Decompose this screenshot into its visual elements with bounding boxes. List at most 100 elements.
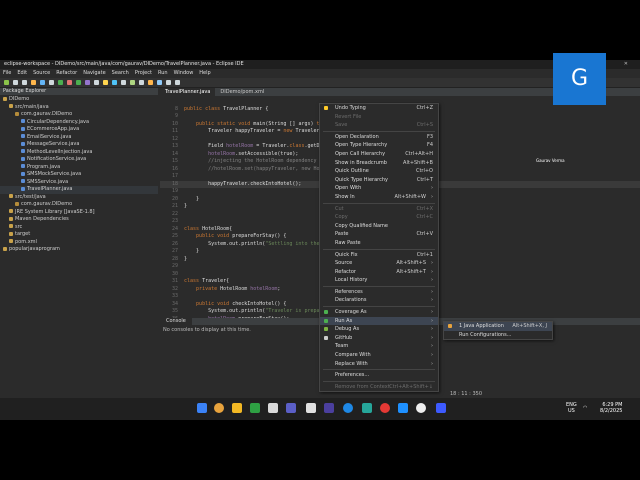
tree-item[interactable]: CircularDependency.java <box>0 119 158 127</box>
menu-item-run-as[interactable]: Run As › <box>320 316 438 326</box>
toolbar-tool-icon[interactable] <box>148 80 153 85</box>
menu-item-references[interactable]: References › <box>320 288 438 297</box>
file-explorer-icon[interactable] <box>232 403 242 413</box>
menu-item-preferences[interactable]: Preferences... <box>320 371 438 380</box>
menu-item-open-with[interactable]: Open With › <box>320 184 438 193</box>
edge-icon[interactable] <box>343 403 353 413</box>
tree-item[interactable]: ECommerceApp.java <box>0 126 158 134</box>
vscode-icon[interactable] <box>362 403 372 413</box>
menu-item-show-in[interactable]: Show In Alt+Shift+W › <box>320 193 438 202</box>
tree-item[interactable]: src/test/java <box>0 194 158 202</box>
toolbar-tool-icon[interactable] <box>31 80 36 85</box>
menu-refactor[interactable]: Refactor <box>53 69 80 78</box>
tree-item[interactable]: MethodLevelInjection.java <box>0 149 158 157</box>
menu-project[interactable]: Project <box>132 69 155 78</box>
tab-pom[interactable]: DIDemo/pom.xml <box>215 88 269 96</box>
media-icon[interactable] <box>416 403 426 413</box>
toolbar-tool-icon[interactable] <box>175 80 180 85</box>
tree-item[interactable]: popularjavaprogram <box>0 246 158 254</box>
clock[interactable]: 6:29 PM 8/2/2025 <box>600 402 622 414</box>
menu-item-debug-as[interactable]: Debug As › <box>320 325 438 334</box>
tree-item[interactable]: EmailService.java <box>0 134 158 142</box>
toolbar-tool-icon[interactable] <box>121 80 126 85</box>
toolbar-tool-icon[interactable] <box>94 80 99 85</box>
tree-item[interactable]: MessageService.java <box>0 141 158 149</box>
tree-item[interactable]: NotificationService.java <box>0 156 158 164</box>
toolbar-tool-icon[interactable] <box>103 80 108 85</box>
tab-console[interactable]: Console <box>160 318 192 325</box>
menu-item-coverage-as[interactable]: Coverage As › <box>320 308 438 317</box>
menu-item-paste[interactable]: Paste Ctrl+V <box>320 230 438 239</box>
tree-item[interactable]: pom.xml <box>0 239 158 247</box>
tree-item[interactable]: Maven Dependencies <box>0 216 158 224</box>
menu-item-github[interactable]: GitHub › <box>320 334 438 343</box>
menu-item-refactor[interactable]: Refactor Alt+Shift+T › <box>320 268 438 277</box>
toolbar-tool-icon[interactable] <box>22 80 27 85</box>
tree-item[interactable]: SMSService.java <box>0 179 158 187</box>
menu-run[interactable]: Run <box>155 69 171 78</box>
menu-item-open-type-hierarchy[interactable]: Open Type Hierarchy F4 <box>320 141 438 150</box>
toolbar-tool-icon[interactable] <box>4 80 9 85</box>
chrome-active-icon[interactable] <box>380 403 390 413</box>
toolbar-tool-icon[interactable] <box>157 80 162 85</box>
menu-item-quick-fix[interactable]: Quick Fix Ctrl+1 <box>320 251 438 260</box>
excel-icon[interactable] <box>250 403 260 413</box>
toolbar-tool-icon[interactable] <box>85 80 90 85</box>
toolbar-tool-icon[interactable] <box>76 80 81 85</box>
menu-file[interactable]: File <box>0 69 14 78</box>
language-indicator[interactable]: ENG US <box>566 402 577 414</box>
tree-item[interactable]: JRE System Library [JavaSE-1.8] <box>0 209 158 217</box>
notepad-icon[interactable] <box>268 403 278 413</box>
menu-window[interactable]: Window <box>171 69 197 78</box>
run-java-application[interactable]: 1 Java Application Alt+Shift+X, J <box>444 322 552 331</box>
menu-item-replace-with[interactable]: Replace With › <box>320 360 438 369</box>
run-configurations[interactable]: Run Configurations... <box>444 331 552 340</box>
toolbar-tool-icon[interactable] <box>112 80 117 85</box>
chrome-icon[interactable] <box>214 403 224 413</box>
tree-item[interactable]: com.gaurav.DIDemo <box>0 201 158 209</box>
app-icon[interactable] <box>306 403 316 413</box>
toolbar-tool-icon[interactable] <box>166 80 171 85</box>
menu-item-show-in-breadcrumb[interactable]: Show in Breadcrumb Alt+Shift+B <box>320 159 438 168</box>
app2-icon[interactable] <box>398 403 408 413</box>
toolbar-tool-icon[interactable] <box>139 80 144 85</box>
toolbar-tool-icon[interactable] <box>13 80 18 85</box>
toolbar-tool-icon[interactable] <box>67 80 72 85</box>
tree-item[interactable]: Program.java <box>0 164 158 172</box>
menu-search[interactable]: Search <box>109 69 132 78</box>
windows-start-icon[interactable] <box>197 403 207 413</box>
tree-item[interactable]: com.gaurav.DIDemo <box>0 111 158 119</box>
menu-navigate[interactable]: Navigate <box>80 69 108 78</box>
tree-item-label: src <box>15 223 23 230</box>
tree-item[interactable]: SMSMockService.java <box>0 171 158 179</box>
toolbar-tool-icon[interactable] <box>49 80 54 85</box>
teams-icon[interactable] <box>286 403 296 413</box>
menu-item-quick-outline[interactable]: Quick Outline Ctrl+O <box>320 167 438 176</box>
zoom-icon[interactable] <box>436 403 446 413</box>
wifi-icon[interactable]: ◠ <box>583 405 587 411</box>
toolbar-tool-icon[interactable] <box>58 80 63 85</box>
menu-item-team[interactable]: Team › <box>320 342 438 351</box>
tree-item[interactable]: target <box>0 231 158 239</box>
tab-travelplanner[interactable]: TravelPlanner.java <box>160 88 216 96</box>
tree-item[interactable]: TravelPlanner.java <box>0 186 158 194</box>
menu-item-declarations[interactable]: Declarations › <box>320 296 438 305</box>
menu-help[interactable]: Help <box>196 69 213 78</box>
tree-item[interactable]: src/main/java <box>0 104 158 112</box>
menu-item-source[interactable]: Source Alt+Shift+S › <box>320 259 438 268</box>
menu-item-quick-type-hierarchy[interactable]: Quick Type Hierarchy Ctrl+T <box>320 176 438 185</box>
menu-item-raw-paste[interactable]: Raw Paste <box>320 239 438 248</box>
menu-item-copy-qualified-name[interactable]: Copy Qualified Name <box>320 222 438 231</box>
menu-item-open-call-hierarchy[interactable]: Open Call Hierarchy Ctrl+Alt+H <box>320 150 438 159</box>
tree-item[interactable]: DIDemo <box>0 96 158 104</box>
menu-item-open-declaration[interactable]: Open Declaration F3 <box>320 133 438 142</box>
eclipse-icon[interactable] <box>324 403 334 413</box>
tree-item[interactable]: src <box>0 224 158 232</box>
menu-item-undo-typing[interactable]: Undo Typing Ctrl+Z <box>320 104 438 113</box>
menu-source[interactable]: Source <box>30 69 53 78</box>
menu-edit[interactable]: Edit <box>14 69 30 78</box>
menu-item-compare-with[interactable]: Compare With › <box>320 351 438 360</box>
menu-item-local-history[interactable]: Local History › <box>320 276 438 285</box>
toolbar-tool-icon[interactable] <box>130 80 135 85</box>
toolbar-tool-icon[interactable] <box>40 80 45 85</box>
